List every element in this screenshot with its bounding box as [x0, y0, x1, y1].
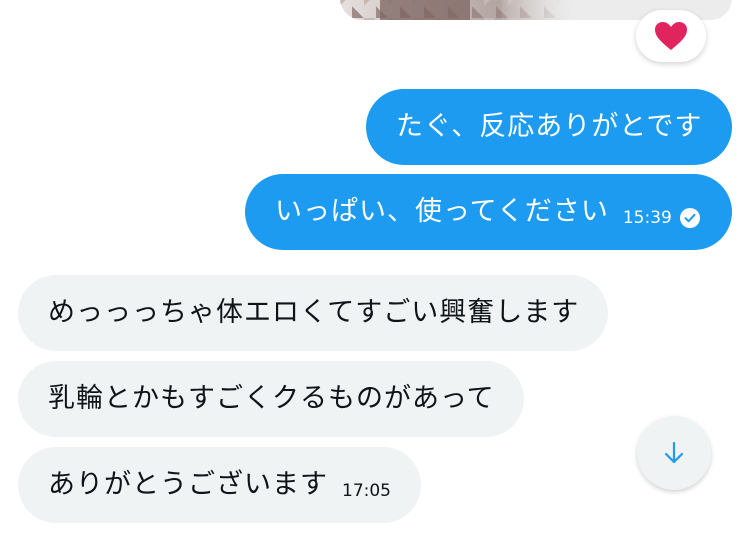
read-check-icon [679, 208, 700, 228]
message-bubble-outgoing[interactable]: たぐ、反応ありがとです [366, 89, 732, 165]
message-bubble-incoming[interactable]: ありがとうございます 17:05 [18, 447, 421, 523]
message-text: めっっっちゃ体エロくてすごい興奮します [48, 297, 580, 328]
scroll-to-bottom-button[interactable] [637, 416, 711, 490]
media-image-pixel-block [380, 0, 470, 20]
message-bubble-incoming[interactable]: 乳輪とかもすごくクるものがあって [18, 361, 524, 437]
message-text: いっぱい、使ってください [275, 196, 609, 227]
message-bubble-incoming[interactable]: めっっっちゃ体エロくてすごい興奮します [18, 275, 608, 351]
heart-icon [655, 22, 687, 50]
message-text: 乳輪とかもすごくクるものがあって [48, 383, 495, 414]
arrow-down-icon [664, 441, 684, 464]
message-timestamp: 15:39 [622, 208, 672, 228]
message-text: ありがとうございます [48, 469, 328, 500]
reaction-badge[interactable] [636, 10, 706, 62]
message-text: たぐ、反応ありがとです [396, 111, 703, 142]
message-bubble-outgoing[interactable]: いっぱい、使ってください 15:39 [245, 174, 732, 250]
conversation-view: たぐ、反応ありがとです いっぱい、使ってください 15:39 めっっっちゃ体エロ… [0, 0, 749, 539]
message-timestamp: 17:05 [342, 481, 391, 501]
